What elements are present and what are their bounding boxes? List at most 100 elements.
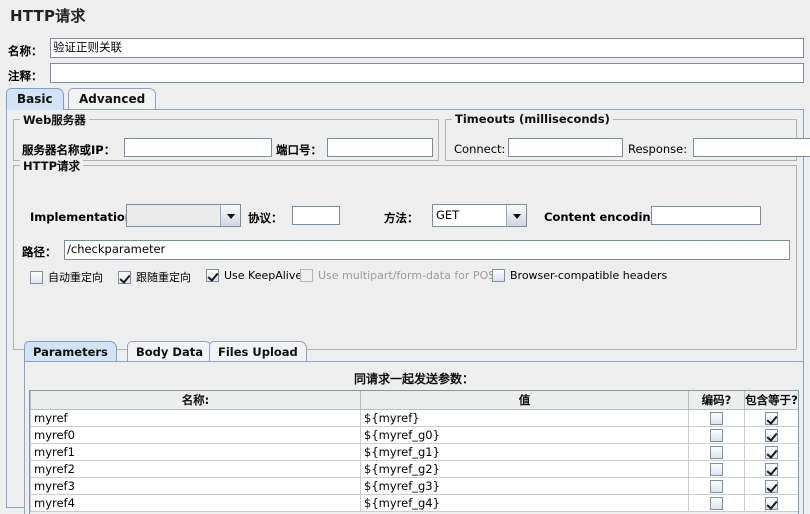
server-name-input[interactable] [124, 138, 272, 157]
parameters-table-body: myref ${myref} myref0 ${myref_g0} myref1 ${my… [30, 409, 798, 512]
page-title: HTTP请求 [10, 7, 86, 25]
checkbox-box [30, 270, 43, 284]
checkbox-box [710, 480, 723, 493]
tab-advanced[interactable]: Advanced [68, 88, 157, 110]
checkbox-box [710, 429, 723, 442]
parameters-panel: 同请求一起发送参数： 名称: 值 编码? 包含等于? myref ${myref… [24, 361, 804, 514]
chevron-down-icon [506, 205, 526, 226]
checkbox-follow-redirects[interactable]: 跟随重定向 [118, 269, 191, 285]
checkbox-use-keepalive[interactable]: Use KeepAlive [206, 269, 302, 282]
path-input[interactable]: /checkparameter [64, 240, 790, 260]
tab-basic[interactable]: Basic [6, 88, 64, 110]
comment-label: 注释： [8, 69, 43, 83]
checkbox-label: Use KeepAlive [224, 269, 303, 282]
cell-parameter-value[interactable]: ${myref_g0} [360, 426, 689, 444]
implementation-select[interactable] [126, 204, 241, 227]
cell-parameter-name[interactable]: myref [30, 409, 361, 427]
parameters-table: 名称: 值 编码? 包含等于? myref ${myref} myref0 ${myr… [30, 391, 798, 512]
cell-encode-checkbox[interactable] [688, 460, 745, 478]
checkbox-box [765, 446, 778, 459]
tab-parameters[interactable]: Parameters [24, 341, 117, 362]
timeouts-group-title: Timeouts (milliseconds) [452, 112, 613, 126]
cell-parameter-value[interactable]: ${myref_g1} [360, 443, 689, 461]
cell-include-equals-checkbox[interactable] [744, 443, 798, 461]
parameters-tabstrip: Parameters Body Data Files Upload [24, 341, 792, 362]
implementation-label: Implementation: [30, 210, 138, 224]
port-input[interactable] [327, 138, 433, 157]
web-server-group-title: Web服务器 [20, 112, 89, 128]
checkbox-use-multipart-form-data: Use multipart/form-data for POST [300, 269, 502, 282]
method-select[interactable]: GET [432, 204, 527, 227]
table-header-row: 名称: 值 编码? 包含等于? [30, 391, 798, 410]
column-header-value[interactable]: 值 [360, 391, 689, 410]
cell-encode-checkbox[interactable] [688, 477, 745, 495]
checkbox-redirect-automatically[interactable]: 自动重定向 [30, 269, 103, 285]
main-tabstrip: Basic Advanced [6, 88, 804, 110]
cell-parameter-value[interactable]: ${myref_g4} [360, 494, 689, 512]
checkbox-box [492, 269, 505, 282]
checkbox-box [710, 463, 723, 476]
checkbox-box [765, 480, 778, 493]
checkbox-box [765, 463, 778, 476]
checkbox-box [765, 429, 778, 442]
cell-parameter-name[interactable]: myref1 [30, 443, 361, 461]
server-name-label: 服务器名称或IP： [22, 143, 116, 157]
checkbox-label: 自动重定向 [48, 271, 103, 284]
chevron-down-icon [220, 205, 240, 226]
checkbox-box [710, 446, 723, 459]
parameters-caption: 同请求一起发送参数： [353, 372, 474, 386]
checkbox-browser-compatible-headers[interactable]: Browser-compatible headers [492, 269, 667, 282]
checkbox-box [206, 269, 219, 282]
cell-include-equals-checkbox[interactable] [744, 477, 798, 495]
cell-parameter-value[interactable]: ${myref_g3} [360, 477, 689, 495]
cell-parameter-value[interactable]: ${myref_g2} [360, 460, 689, 478]
cell-parameter-name[interactable]: myref0 [30, 426, 361, 444]
cell-include-equals-checkbox[interactable] [744, 426, 798, 444]
table-row[interactable]: myref2 ${myref_g2} [30, 460, 798, 478]
cell-include-equals-checkbox[interactable] [744, 460, 798, 478]
cell-encode-checkbox[interactable] [688, 409, 745, 427]
method-label: 方法： [384, 211, 419, 225]
checkbox-label: Browser-compatible headers [510, 269, 668, 282]
cell-encode-checkbox[interactable] [688, 443, 745, 461]
name-input[interactable]: 验证正则关联 [50, 38, 804, 58]
cell-parameter-name[interactable]: myref3 [30, 477, 361, 495]
cell-include-equals-checkbox[interactable] [744, 494, 798, 512]
cell-encode-checkbox[interactable] [688, 426, 745, 444]
protocol-input[interactable] [292, 206, 340, 225]
implementation-value [127, 205, 220, 226]
cell-parameter-name[interactable]: myref2 [30, 460, 361, 478]
checkbox-label: 跟随重定向 [136, 271, 191, 284]
path-label: 路径： [22, 245, 57, 259]
table-row[interactable]: myref3 ${myref_g3} [30, 477, 798, 495]
http-request-panel: HTTP请求 名称： 验证正则关联 注释： Basic Advanced Web… [0, 0, 810, 514]
connect-timeout-label: Connect: [454, 142, 506, 156]
cell-parameter-name[interactable]: myref4 [30, 494, 361, 512]
comment-input[interactable] [50, 63, 804, 83]
table-row[interactable]: myref4 ${myref_g4} [30, 494, 798, 512]
tab-body-data[interactable]: Body Data [127, 341, 212, 362]
column-header-include-equals[interactable]: 包含等于? [744, 391, 798, 410]
cell-encode-checkbox[interactable] [688, 494, 745, 512]
timeouts-group: Timeouts (milliseconds) Connect: Respons… [445, 112, 810, 161]
checkbox-box [765, 412, 778, 425]
http-request-group-title: HTTP请求 [20, 158, 84, 174]
cell-include-equals-checkbox[interactable] [744, 409, 798, 427]
checkbox-box [765, 497, 778, 510]
table-row[interactable]: myref ${myref} [30, 409, 798, 427]
checkbox-box [710, 412, 723, 425]
connect-timeout-input[interactable] [508, 138, 623, 157]
name-label: 名称： [8, 44, 43, 58]
table-row[interactable]: myref1 ${myref_g1} [30, 443, 798, 461]
tab-files-upload[interactable]: Files Upload [209, 341, 307, 362]
column-header-name[interactable]: 名称: [30, 391, 361, 410]
table-row[interactable]: myref0 ${myref_g0} [30, 426, 798, 444]
parameters-table-wrapper: 名称: 值 编码? 包含等于? myref ${myref} myref0 ${myr… [29, 390, 799, 514]
cell-parameter-value[interactable]: ${myref} [360, 409, 689, 427]
checkbox-label: Use multipart/form-data for POST [318, 269, 502, 282]
content-encoding-input[interactable] [651, 206, 761, 225]
checkbox-box [118, 270, 131, 284]
response-timeout-input[interactable] [693, 138, 810, 157]
port-label: 端口号： [276, 143, 322, 157]
column-header-encode[interactable]: 编码? [688, 391, 745, 410]
